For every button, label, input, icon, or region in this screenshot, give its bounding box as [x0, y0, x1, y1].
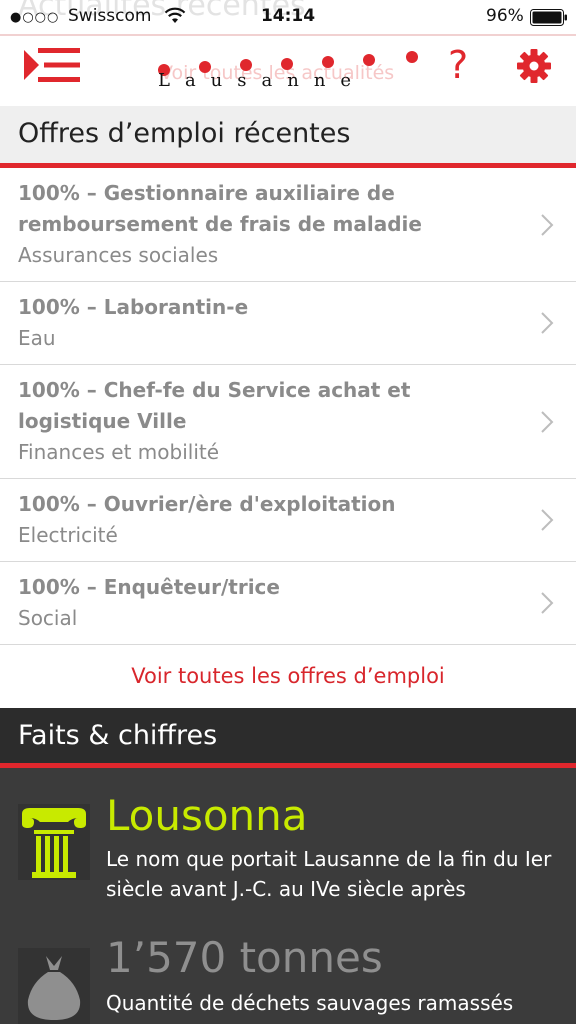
facts-section-title: Faits & chiffres — [18, 720, 218, 751]
job-title: 100% – Ouvrier/ère d'exploitation — [18, 492, 396, 516]
trash-bag-icon — [18, 948, 90, 1024]
job-department: Assurances sociales — [18, 243, 219, 267]
jobs-section-title: Offres d’emploi récentes — [18, 118, 351, 149]
status-bar: Actualités récentes ●○○○ Swisscom 14:14 … — [0, 0, 576, 34]
chevron-right-icon — [541, 509, 554, 531]
job-title: 100% – Laborantin-e — [18, 295, 249, 319]
job-list-item[interactable]: 100% – Laborantin-e Eau — [0, 282, 576, 365]
logo-text: Lausanne — [158, 70, 367, 91]
lausanne-logo: Lausanne — [150, 50, 420, 96]
job-title: 100% – Chef-fe du Service achat et logis… — [18, 378, 411, 433]
job-department: Eau — [18, 326, 56, 350]
jobs-section-header: Offres d’emploi récentes — [0, 106, 576, 168]
job-department: Social — [18, 606, 78, 630]
job-list-item[interactable]: 100% – Ouvrier/ère d'exploitation Electr… — [0, 479, 576, 562]
job-list-item[interactable]: 100% – Chef-fe du Service achat et logis… — [0, 365, 576, 479]
job-list-item[interactable]: 100% – Gestionnaire auxiliaire de rembou… — [0, 168, 576, 282]
fact-value: 1’570 tonnes — [106, 933, 383, 982]
fact-value: Lousonna — [106, 791, 308, 840]
job-department: Finances et mobilité — [18, 440, 220, 464]
job-title: 100% – Enquêteur/trice — [18, 575, 280, 599]
help-icon[interactable]: ? — [448, 42, 468, 88]
chevron-right-icon — [541, 312, 554, 334]
see-all-jobs-link[interactable]: Voir toutes les offres d’emploi — [0, 652, 576, 700]
gear-icon[interactable] — [516, 48, 552, 84]
facts-panel: Lousonna Le nom que portait Lausanne de … — [0, 768, 576, 1024]
battery-icon — [530, 9, 567, 26]
job-list-item[interactable]: 100% – Enquêteur/trice Social — [0, 562, 576, 645]
facts-section-header: Faits & chiffres — [0, 708, 576, 768]
job-department: Electricité — [18, 523, 118, 547]
column-icon — [18, 804, 90, 880]
job-list: 100% – Gestionnaire auxiliaire de rembou… — [0, 168, 576, 645]
fact-description: Le nom que portait Lausanne de la fin du… — [106, 847, 552, 901]
chevron-right-icon — [541, 410, 554, 433]
job-title: 100% – Gestionnaire auxiliaire de rembou… — [18, 181, 422, 236]
fact-description: Quantité de déchets sauvages ramassés — [106, 991, 514, 1015]
app-header: Voir toutes les actualités Lausanne ? — [0, 34, 576, 106]
chevron-right-icon — [541, 592, 554, 614]
battery-percentage: 96% — [486, 6, 524, 26]
chevron-right-icon — [541, 213, 554, 236]
menu-icon[interactable] — [24, 48, 80, 82]
